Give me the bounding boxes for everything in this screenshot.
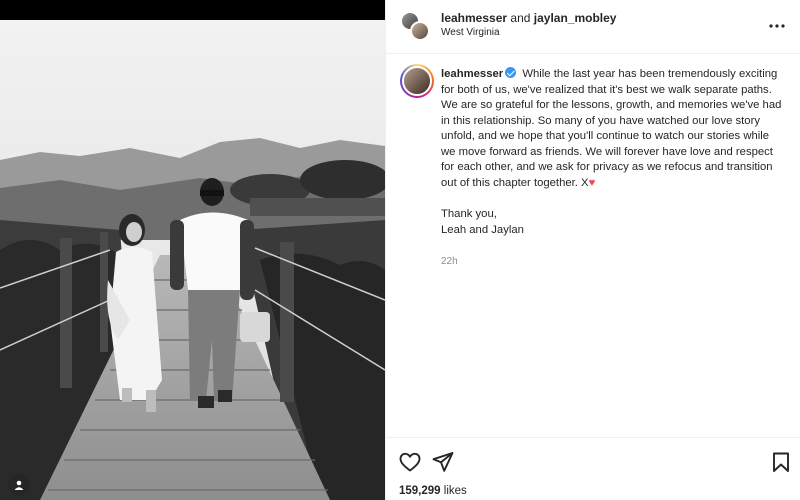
caption-thanks: Thank you, (441, 208, 497, 220)
post-actions-bar: 159,299 likes (386, 437, 800, 500)
collab-avatars[interactable] (400, 11, 432, 43)
avatar (402, 66, 432, 96)
more-options-button[interactable] (765, 16, 789, 36)
author-conjunction: and (510, 11, 531, 25)
post-side-panel: leahmesser and jaylan_mobley West Virgin… (385, 0, 800, 500)
red-heart-emoji-icon: ♥ (588, 176, 596, 189)
like-button[interactable] (398, 450, 422, 474)
caption-body: While the last year has been tremendousl… (441, 68, 782, 189)
post-photo[interactable] (0, 20, 385, 500)
user-tag-icon (14, 480, 24, 490)
post-timestamp[interactable]: 22h (441, 256, 458, 267)
likes-number: 159,299 (399, 485, 441, 497)
author-story-avatar[interactable] (400, 64, 434, 98)
likes-count-link[interactable]: 159,299 likes (399, 485, 467, 497)
post-authors: leahmesser and jaylan_mobley (441, 11, 616, 26)
bookmark-icon (773, 452, 789, 472)
user-tag-button[interactable] (8, 474, 30, 496)
share-button[interactable] (431, 450, 455, 474)
author-username-link[interactable]: leahmesser (441, 11, 507, 25)
caption-signature: Leah and Jaylan (441, 223, 524, 236)
location-link[interactable]: West Virginia (441, 27, 500, 38)
collaborator-username-link[interactable]: jaylan_mobley (534, 11, 617, 25)
photo-top-bar (0, 0, 385, 20)
likes-word: likes (443, 485, 467, 497)
caption-text: leahmesser While the last year has been … (441, 67, 786, 238)
paper-plane-icon (432, 452, 454, 472)
avatar (410, 21, 430, 41)
more-options-icon (769, 24, 785, 28)
post-header: leahmesser and jaylan_mobley West Virgin… (386, 0, 800, 54)
save-button[interactable] (769, 450, 793, 474)
caption-signoff: Thank you, Leah and Jaylan (441, 207, 786, 238)
heart-outline-icon (399, 452, 421, 472)
caption-author-link[interactable]: leahmesser (441, 68, 503, 80)
post-photo-pane (0, 0, 385, 500)
verified-badge-icon (505, 67, 517, 78)
